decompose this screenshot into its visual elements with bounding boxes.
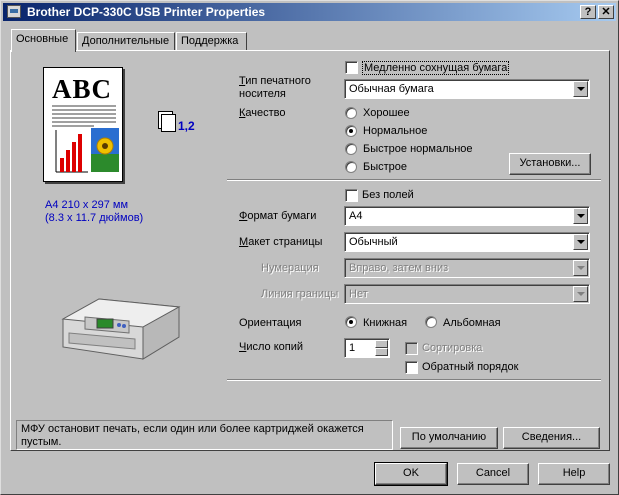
paper-size-value: A4 [349, 210, 363, 222]
orientation-portrait-label: Книжная [363, 317, 408, 329]
copies-label: Число копий [239, 341, 304, 353]
divider [227, 379, 601, 381]
chevron-up-icon[interactable] [375, 340, 388, 348]
copies-value: 1 [349, 342, 356, 354]
tab-basic[interactable]: Основные [11, 29, 76, 52]
quality-fine-radio[interactable] [345, 107, 357, 119]
chevron-down-icon[interactable] [573, 234, 588, 250]
page-layout-label: Макет страницы [239, 236, 323, 248]
quality-fast-radio[interactable] [345, 161, 357, 173]
quality-fine-label: Хорошее [363, 107, 410, 119]
border-line-select: Нет [344, 284, 590, 304]
slow-dry-paper-checkbox[interactable] [345, 61, 358, 74]
border-line-value: Нет [349, 288, 368, 300]
printer-properties-window: Brother DCP-330C USB Printer Properties … [0, 0, 619, 495]
media-type-value: Обычная бумага [349, 83, 434, 95]
window-title: Brother DCP-330C USB Printer Properties [27, 5, 266, 19]
chevron-down-icon[interactable] [573, 208, 588, 224]
tab-advanced[interactable]: Дополнительные [77, 32, 175, 51]
copies-stepper[interactable]: 1 [344, 338, 390, 358]
help-button[interactable]: Help [538, 463, 610, 485]
paper-size-select[interactable]: A4 [344, 206, 590, 226]
chevron-down-icon [573, 286, 588, 302]
media-type-select[interactable]: Обычная бумага [344, 79, 590, 99]
close-icon[interactable]: ✕ [598, 5, 614, 19]
copies-icon-text: 1,2 [178, 119, 195, 133]
quality-fast-normal-label: Быстрое нормальное [363, 143, 473, 155]
ok-button[interactable]: OK [374, 462, 448, 486]
reverse-order-checkbox[interactable] [405, 361, 418, 374]
copies-icon [161, 114, 176, 132]
restore-default-button[interactable]: По умолчанию [400, 427, 498, 449]
quality-label: Качество [239, 107, 286, 119]
paper-size-label: Формат бумаги [239, 210, 317, 222]
help-title-button[interactable]: ? [580, 5, 596, 19]
border-line-label: Линия границы [261, 288, 339, 300]
reverse-order-label: Обратный порядок [422, 361, 519, 373]
borderless-label: Без полей [362, 189, 414, 201]
numbering-select: Вправо, затем вниз [344, 258, 590, 278]
cancel-button[interactable]: Cancel [457, 463, 529, 485]
orientation-portrait-radio[interactable] [345, 316, 357, 328]
page-layout-value: Обычный [349, 236, 398, 248]
chevron-down-icon[interactable] [375, 348, 388, 356]
quality-normal-radio[interactable] [345, 125, 357, 137]
preview-abc-text: ABC [52, 74, 113, 104]
numbering-value: Вправо, затем вниз [349, 262, 449, 274]
borderless-checkbox[interactable] [345, 189, 358, 202]
numbering-label: Нумерация [261, 262, 319, 274]
collate-checkbox [405, 342, 418, 355]
orientation-landscape-radio[interactable] [425, 316, 437, 328]
chevron-down-icon[interactable] [573, 81, 588, 97]
media-type-label: Тип печатного носителя [239, 75, 311, 100]
collate-label: Сортировка [422, 342, 483, 354]
quality-fast-normal-radio[interactable] [345, 143, 357, 155]
quality-normal-label: Нормальное [363, 125, 428, 137]
quality-settings-button[interactable]: Установки... [509, 153, 591, 175]
paper-size-mm: A4 210 x 297 мм [45, 199, 129, 211]
info-button[interactable]: Сведения... [503, 427, 600, 449]
printer-icon [61, 298, 181, 360]
chevron-down-icon [573, 260, 588, 276]
slow-dry-paper-label: Медленно сохнущая бумага [362, 61, 510, 75]
page-preview: ABC [43, 67, 123, 182]
quality-fast-label: Быстрое [363, 161, 408, 173]
divider [227, 179, 601, 181]
tab-support[interactable]: Поддержка [176, 32, 247, 51]
orientation-label: Ориентация [239, 317, 302, 329]
title-bar[interactable]: Brother DCP-330C USB Printer Properties … [3, 3, 616, 21]
orientation-landscape-label: Альбомная [443, 317, 501, 329]
printer-app-icon [7, 5, 21, 18]
page-layout-select[interactable]: Обычный [344, 232, 590, 252]
paper-size-inches: (8.3 x 11.7 дюймов) [45, 212, 144, 224]
status-message: МФУ остановит печать, если один или боле… [16, 420, 393, 450]
